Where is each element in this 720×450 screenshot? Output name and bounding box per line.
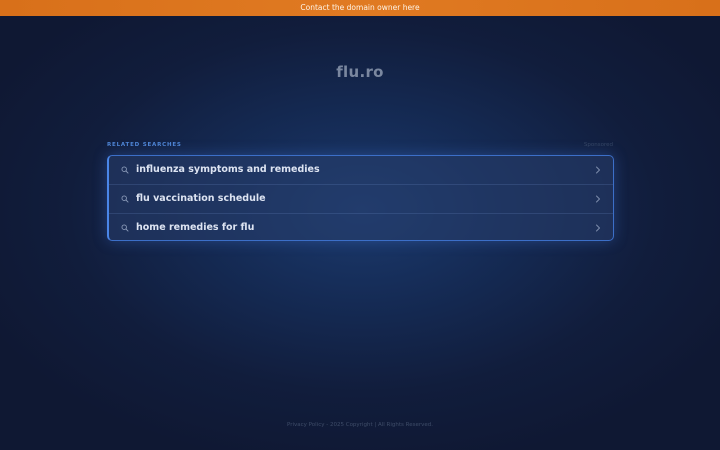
copyright-text: 2025 Copyright | All Rights Reserved. (329, 422, 433, 428)
search-result-item[interactable]: home remedies for flu (109, 214, 613, 240)
sponsored-label: Sponsored (583, 142, 613, 148)
search-icon (121, 224, 129, 232)
contact-owner-link[interactable]: Contact the domain owner here (300, 3, 419, 12)
contact-owner-banner[interactable]: Contact the domain owner here (0, 0, 720, 16)
search-result-label: influenza symptoms and remedies (136, 164, 320, 175)
search-result-item[interactable]: influenza symptoms and remedies (109, 156, 613, 185)
chevron-right-icon (596, 224, 600, 232)
footer: Privacy Policy - 2025 Copyright | All Ri… (0, 422, 720, 428)
chevron-right-icon (596, 166, 600, 174)
search-result-label: home remedies for flu (136, 222, 255, 233)
related-searches-label: RELATED SEARCHES (107, 142, 182, 148)
related-searches-header: RELATED SEARCHES Sponsored (107, 142, 613, 152)
search-icon (121, 195, 129, 203)
search-result-item[interactable]: flu vaccination schedule (109, 185, 613, 214)
privacy-policy-link[interactable]: Privacy Policy (287, 422, 324, 428)
domain-title: flu.ro (336, 63, 384, 81)
search-icon (121, 166, 129, 174)
chevron-right-icon (596, 195, 600, 203)
related-searches-list: influenza symptoms and remedies flu vacc… (107, 155, 614, 241)
search-result-label: flu vaccination schedule (136, 193, 266, 204)
